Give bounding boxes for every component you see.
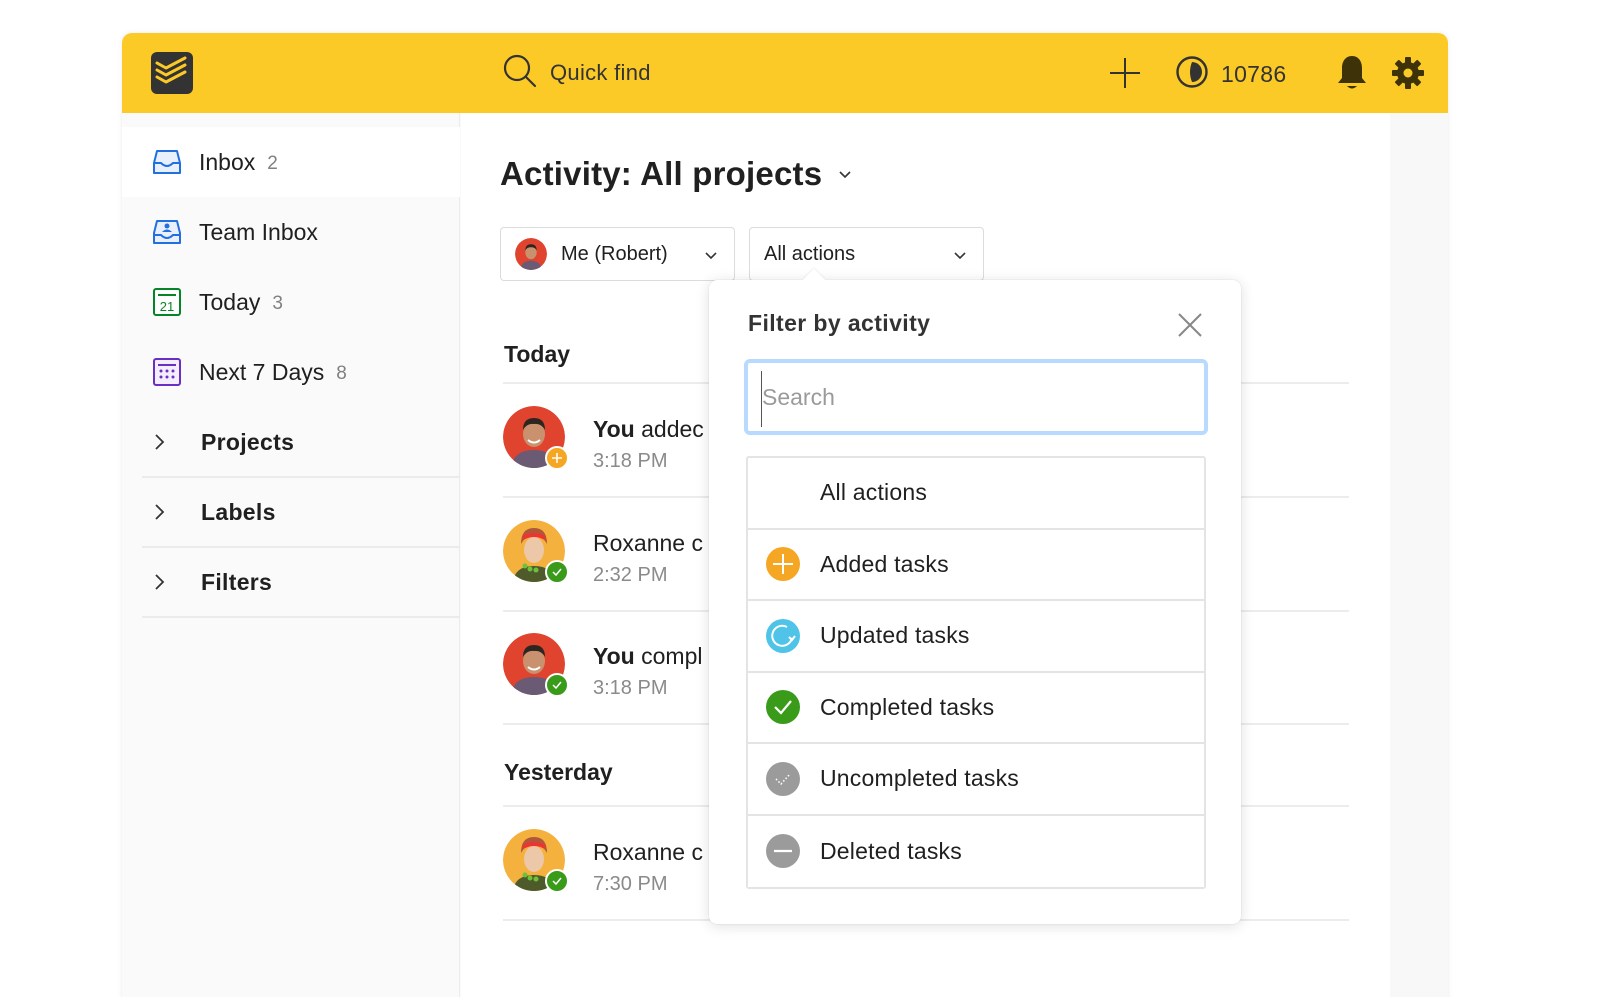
activity-actor: You [593, 416, 635, 442]
svg-text:21: 21 [160, 299, 174, 314]
activity-text: Roxanne c [593, 839, 703, 866]
updated-icon [765, 618, 801, 654]
right-gutter [1390, 113, 1448, 997]
avatar [515, 238, 547, 270]
calendar-today-icon: 21 [152, 287, 182, 317]
karma-score: 10786 [1221, 61, 1287, 87]
quick-find[interactable]: Quick find [502, 53, 651, 93]
activity-text: You compl [593, 643, 702, 670]
option-label: Deleted tasks [820, 837, 962, 864]
group-title-today: Today [504, 341, 571, 367]
plus-icon[interactable] [1108, 56, 1142, 95]
top-bar: Quick find 10786 [122, 33, 1448, 113]
uncompleted-icon [765, 761, 801, 797]
activity-time: 2:32 PM [593, 564, 668, 586]
activity-description: Roxanne c [593, 839, 703, 865]
chevron-down-icon [838, 167, 852, 185]
completed-icon [545, 869, 569, 893]
section-label: Filters [201, 568, 273, 595]
added-icon [765, 546, 801, 582]
chevron-down-icon [953, 248, 967, 266]
search-icon [502, 53, 538, 94]
option-completed-tasks[interactable]: Completed tasks [748, 672, 1204, 744]
sidebar-section-filters[interactable]: Filters [142, 548, 460, 618]
option-updated-tasks[interactable]: Updated tasks [748, 601, 1204, 673]
chevron-right-icon [154, 433, 174, 451]
section-label: Projects [201, 428, 295, 455]
activity-actor: You [593, 643, 635, 669]
chevron-down-icon [704, 248, 718, 266]
activity-description: addec [641, 416, 704, 442]
quick-find-label: Quick find [550, 60, 651, 85]
chevron-right-icon [154, 503, 174, 521]
sidebar-item-count: 8 [336, 362, 347, 384]
chevron-right-icon [154, 573, 174, 591]
completed-icon [545, 560, 569, 584]
activity-text: You addec [593, 416, 704, 443]
karma-pie-icon [1175, 55, 1209, 94]
team-inbox-icon [152, 217, 182, 247]
page-title[interactable]: Activity: All projects [500, 155, 852, 193]
completed-icon [765, 689, 801, 725]
sidebar-item-count: 3 [272, 292, 283, 314]
sidebar-item-team-inbox[interactable]: Team Inbox [122, 197, 460, 267]
filter-by-activity-popover: Filter by activity All actions Added tas… [709, 268, 1241, 924]
deleted-icon [765, 833, 801, 869]
sidebar-item-label: Next 7 Days [199, 358, 325, 385]
sidebar-section-labels[interactable]: Labels [142, 478, 460, 548]
sidebar-section-projects[interactable]: Projects [142, 408, 460, 478]
todoist-logo-icon[interactable] [151, 52, 193, 94]
option-label: Uncompleted tasks [820, 765, 1019, 792]
sidebar-item-next-7-days[interactable]: Next 7 Days 8 [122, 337, 460, 407]
bell-icon[interactable] [1336, 53, 1368, 98]
option-label: Updated tasks [820, 622, 970, 649]
sidebar: Inbox 2 Team Inbox 21 Today 3 Next 7 Day… [122, 113, 460, 997]
group-title-yesterday: Yesterday [504, 759, 613, 785]
action-filter-value: All actions [764, 242, 856, 265]
user-filter-select[interactable]: Me (Robert) [500, 227, 735, 281]
completed-icon [545, 673, 569, 697]
option-label: All actions [820, 479, 928, 506]
activity-time: 7:30 PM [593, 873, 668, 895]
option-all-actions[interactable]: All actions [748, 458, 1204, 530]
option-label: Completed tasks [820, 693, 995, 720]
activity-time: 3:18 PM [593, 450, 668, 472]
activity-time: 3:18 PM [593, 677, 668, 699]
sidebar-item-label: Today [199, 288, 261, 315]
text-caret [761, 371, 762, 427]
sidebar-item-label: Team Inbox [199, 218, 318, 245]
page-title-text: Activity: All projects [500, 155, 823, 192]
section-label: Labels [201, 498, 276, 525]
activity-description: compl [641, 643, 703, 669]
karma-button[interactable]: 10786 [1175, 55, 1286, 94]
sidebar-item-count: 2 [267, 152, 278, 174]
activity-options-list: All actions Added tasks Updated tasks Co… [746, 456, 1206, 889]
search-input[interactable] [744, 359, 1208, 435]
option-label: Added tasks [820, 550, 949, 577]
activity-description: Roxanne c [593, 530, 703, 556]
sidebar-item-label: Inbox [199, 148, 256, 175]
option-deleted-tasks[interactable]: Deleted tasks [748, 815, 1204, 887]
sidebar-item-today[interactable]: 21 Today 3 [122, 267, 460, 337]
sidebar-item-inbox[interactable]: Inbox 2 [122, 127, 460, 197]
action-filter-select[interactable]: All actions [749, 227, 984, 281]
option-uncompleted-tasks[interactable]: Uncompleted tasks [748, 744, 1204, 816]
option-added-tasks[interactable]: Added tasks [748, 529, 1204, 601]
close-icon[interactable] [1175, 310, 1205, 340]
activity-text: Roxanne c [593, 530, 703, 557]
gear-icon[interactable] [1390, 55, 1426, 96]
added-icon [545, 446, 569, 470]
calendar-week-icon [152, 357, 182, 387]
inbox-icon [152, 147, 182, 177]
popover-title: Filter by activity [748, 310, 931, 336]
user-filter-value: Me (Robert) [561, 242, 668, 265]
blank-icon [765, 475, 801, 511]
